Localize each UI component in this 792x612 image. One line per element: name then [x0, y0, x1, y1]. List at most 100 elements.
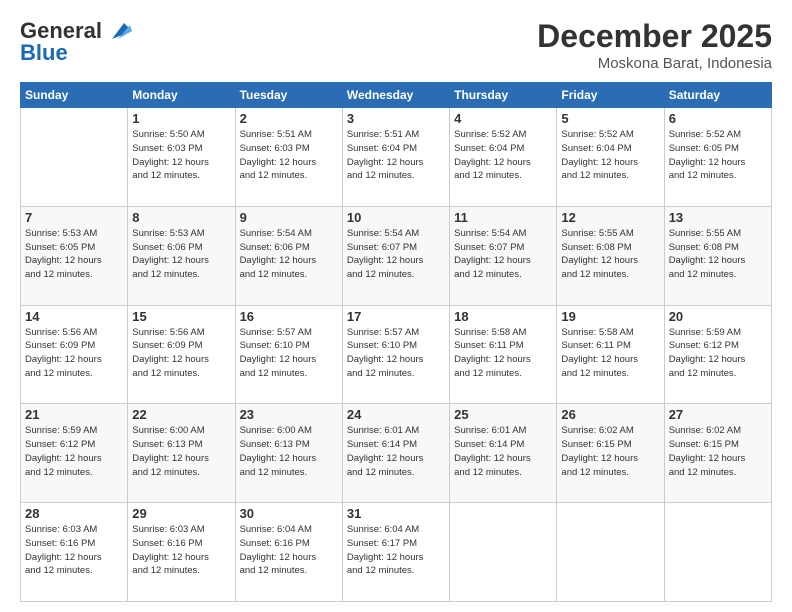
table-row: 25 Sunrise: 6:01 AM Sunset: 6:14 PM Dayli… — [450, 404, 557, 503]
table-row: 8Sunrise: 5:53 AM Sunset: 6:06 PM Daylig… — [128, 206, 235, 305]
header: General Blue December 2025 Moskona Barat… — [20, 18, 772, 72]
table-row: 20 Sunrise: 5:59 AM Sunset: 6:12 PM Dayli… — [664, 305, 771, 404]
table-row: 9Sunrise: 5:54 AM Sunset: 6:06 PM Daylig… — [235, 206, 342, 305]
table-row: 3 Sunrise: 5:51 AM Sunset: 6:04 PM Daylig… — [342, 108, 449, 207]
table-row: 17 Sunrise: 5:57 AM Sunset: 6:10 PM Dayli… — [342, 305, 449, 404]
day-info: Sunrise: 6:01 AM Sunset: 6:14 PM Dayligh… — [347, 424, 445, 479]
table-row: 31Sunrise: 6:04 AM Sunset: 6:17 PM Dayli… — [342, 503, 449, 602]
day-info: Sunrise: 5:52 AM Sunset: 6:04 PM Dayligh… — [454, 128, 552, 183]
table-row: 22 Sunrise: 6:00 AM Sunset: 6:13 PM Dayli… — [128, 404, 235, 503]
table-row: 30 Sunrise: 6:04 AM Sunset: 6:16 PM Dayli… — [235, 503, 342, 602]
day-info: Sunrise: 5:51 AM Sunset: 6:04 PM Dayligh… — [347, 128, 445, 183]
day-info: Sunrise: 6:02 AM Sunset: 6:15 PM Dayligh… — [561, 424, 659, 479]
page: General Blue December 2025 Moskona Barat… — [0, 0, 792, 612]
day-number: 30 — [240, 506, 338, 521]
col-sunday: Sunday — [21, 83, 128, 108]
day-number: 10 — [347, 210, 445, 225]
day-info: Sunrise: 6:01 AM Sunset: 6:14 PM Dayligh… — [454, 424, 552, 479]
day-number: 13 — [669, 210, 767, 225]
table-row: 1 Sunrise: 5:50 AM Sunset: 6:03 PM Daylig… — [128, 108, 235, 207]
logo-blue: Blue — [20, 40, 68, 66]
table-row: 4 Sunrise: 5:52 AM Sunset: 6:04 PM Daylig… — [450, 108, 557, 207]
day-info: Sunrise: 5:52 AM Sunset: 6:05 PM Dayligh… — [669, 128, 767, 183]
day-number: 4 — [454, 111, 552, 126]
table-row — [664, 503, 771, 602]
col-monday: Monday — [128, 83, 235, 108]
table-row: 10Sunrise: 5:54 AM Sunset: 6:07 PM Dayli… — [342, 206, 449, 305]
calendar-table: Sunday Monday Tuesday Wednesday Thursday… — [20, 82, 772, 602]
col-friday: Friday — [557, 83, 664, 108]
day-info: Sunrise: 5:53 AM Sunset: 6:05 PM Dayligh… — [25, 227, 123, 282]
day-info: Sunrise: 5:51 AM Sunset: 6:03 PM Dayligh… — [240, 128, 338, 183]
day-number: 16 — [240, 309, 338, 324]
col-saturday: Saturday — [664, 83, 771, 108]
day-info: Sunrise: 6:00 AM Sunset: 6:13 PM Dayligh… — [132, 424, 230, 479]
day-info: Sunrise: 5:59 AM Sunset: 6:12 PM Dayligh… — [669, 326, 767, 381]
table-row: 12 Sunrise: 5:55 AM Sunset: 6:08 PM Dayli… — [557, 206, 664, 305]
day-number: 2 — [240, 111, 338, 126]
table-row: 29 Sunrise: 6:03 AM Sunset: 6:16 PM Dayli… — [128, 503, 235, 602]
day-number: 20 — [669, 309, 767, 324]
logo: General Blue — [20, 18, 132, 66]
day-number: 3 — [347, 111, 445, 126]
day-info: Sunrise: 6:03 AM Sunset: 6:16 PM Dayligh… — [25, 523, 123, 578]
logo-icon — [104, 21, 132, 41]
day-number: 6 — [669, 111, 767, 126]
col-thursday: Thursday — [450, 83, 557, 108]
day-number: 31 — [347, 506, 445, 521]
day-info: Sunrise: 5:56 AM Sunset: 6:09 PM Dayligh… — [25, 326, 123, 381]
day-number: 5 — [561, 111, 659, 126]
day-number: 26 — [561, 407, 659, 422]
table-row: 18Sunrise: 5:58 AM Sunset: 6:11 PM Dayli… — [450, 305, 557, 404]
day-info: Sunrise: 5:59 AM Sunset: 6:12 PM Dayligh… — [25, 424, 123, 479]
day-info: Sunrise: 5:57 AM Sunset: 6:10 PM Dayligh… — [347, 326, 445, 381]
table-row: 14 Sunrise: 5:56 AM Sunset: 6:09 PM Dayli… — [21, 305, 128, 404]
day-number: 17 — [347, 309, 445, 324]
day-info: Sunrise: 6:00 AM Sunset: 6:13 PM Dayligh… — [240, 424, 338, 479]
month-title: December 2025 — [537, 18, 772, 55]
table-row: 13 Sunrise: 5:55 AM Sunset: 6:08 PM Dayli… — [664, 206, 771, 305]
table-row: 24Sunrise: 6:01 AM Sunset: 6:14 PM Dayli… — [342, 404, 449, 503]
day-number: 21 — [25, 407, 123, 422]
day-number: 19 — [561, 309, 659, 324]
day-number: 18 — [454, 309, 552, 324]
table-row: 23 Sunrise: 6:00 AM Sunset: 6:13 PM Dayli… — [235, 404, 342, 503]
day-number: 1 — [132, 111, 230, 126]
day-number: 29 — [132, 506, 230, 521]
day-info: Sunrise: 6:04 AM Sunset: 6:16 PM Dayligh… — [240, 523, 338, 578]
table-row: 6 Sunrise: 5:52 AM Sunset: 6:05 PM Daylig… — [664, 108, 771, 207]
table-row — [557, 503, 664, 602]
day-number: 8 — [132, 210, 230, 225]
table-row: 11 Sunrise: 5:54 AM Sunset: 6:07 PM Dayli… — [450, 206, 557, 305]
table-row: 5 Sunrise: 5:52 AM Sunset: 6:04 PM Daylig… — [557, 108, 664, 207]
day-number: 7 — [25, 210, 123, 225]
day-number: 15 — [132, 309, 230, 324]
day-number: 27 — [669, 407, 767, 422]
day-number: 25 — [454, 407, 552, 422]
location: Moskona Barat, Indonesia — [537, 55, 772, 72]
day-number: 12 — [561, 210, 659, 225]
title-block: December 2025 Moskona Barat, Indonesia — [537, 18, 772, 72]
calendar-header-row: Sunday Monday Tuesday Wednesday Thursday… — [21, 83, 772, 108]
day-number: 11 — [454, 210, 552, 225]
day-info: Sunrise: 5:50 AM Sunset: 6:03 PM Dayligh… — [132, 128, 230, 183]
day-info: Sunrise: 5:56 AM Sunset: 6:09 PM Dayligh… — [132, 326, 230, 381]
day-info: Sunrise: 5:55 AM Sunset: 6:08 PM Dayligh… — [561, 227, 659, 282]
table-row: 21 Sunrise: 5:59 AM Sunset: 6:12 PM Dayli… — [21, 404, 128, 503]
day-number: 14 — [25, 309, 123, 324]
day-number: 9 — [240, 210, 338, 225]
table-row: 16Sunrise: 5:57 AM Sunset: 6:10 PM Dayli… — [235, 305, 342, 404]
table-row — [450, 503, 557, 602]
day-info: Sunrise: 5:55 AM Sunset: 6:08 PM Dayligh… — [669, 227, 767, 282]
table-row: 28Sunrise: 6:03 AM Sunset: 6:16 PM Dayli… — [21, 503, 128, 602]
col-wednesday: Wednesday — [342, 83, 449, 108]
col-tuesday: Tuesday — [235, 83, 342, 108]
day-info: Sunrise: 6:03 AM Sunset: 6:16 PM Dayligh… — [132, 523, 230, 578]
table-row: 26 Sunrise: 6:02 AM Sunset: 6:15 PM Dayli… — [557, 404, 664, 503]
table-row: 15 Sunrise: 5:56 AM Sunset: 6:09 PM Dayli… — [128, 305, 235, 404]
day-info: Sunrise: 5:54 AM Sunset: 6:07 PM Dayligh… — [454, 227, 552, 282]
day-info: Sunrise: 5:52 AM Sunset: 6:04 PM Dayligh… — [561, 128, 659, 183]
day-number: 23 — [240, 407, 338, 422]
day-number: 22 — [132, 407, 230, 422]
table-row: 2 Sunrise: 5:51 AM Sunset: 6:03 PM Daylig… — [235, 108, 342, 207]
